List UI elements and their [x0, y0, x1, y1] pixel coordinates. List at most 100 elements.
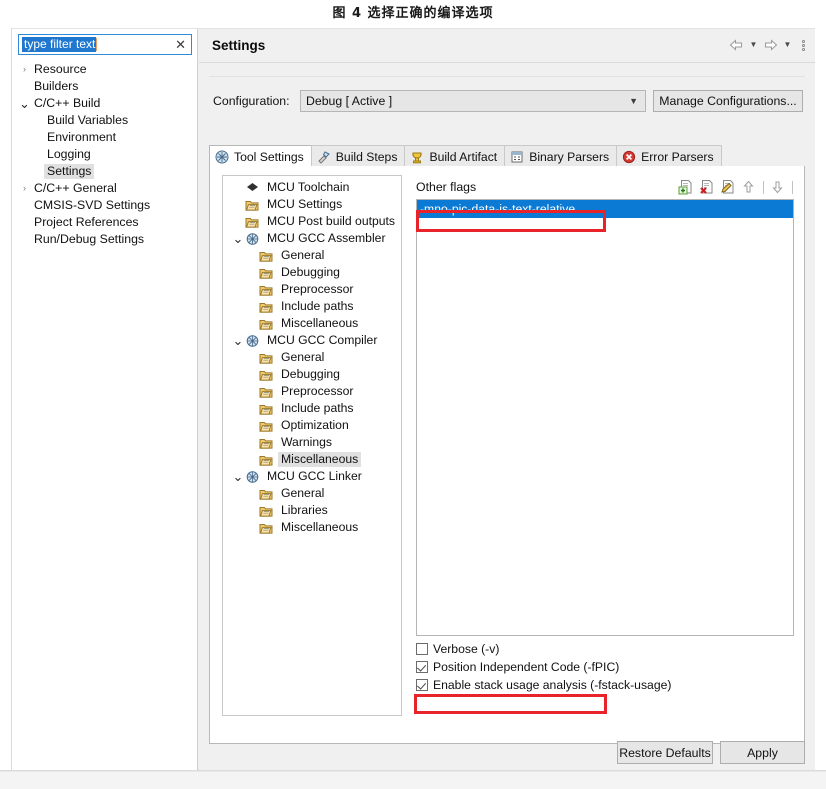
tool-tree-item[interactable]: Optimization	[223, 417, 401, 434]
sidebar-item-project-references[interactable]: Project References	[12, 214, 198, 231]
tool-tree-item[interactable]: Miscellaneous	[223, 519, 401, 536]
tab-label: Build Steps	[335, 149, 398, 164]
tool-tree-item[interactable]: Libraries	[223, 502, 401, 519]
tool-settings-icon	[215, 150, 229, 164]
checkbox-row-position-independent-code-fpic[interactable]: Position Independent Code (-fPIC)	[416, 658, 794, 676]
chevron-down-icon[interactable]: ⌄	[231, 232, 245, 245]
checkbox-label: Verbose (-v)	[433, 642, 500, 656]
chevron-down-icon[interactable]: ⌄	[18, 97, 31, 110]
tool-tree-item-label: Miscellaneous	[278, 452, 362, 467]
folder-icon	[259, 504, 274, 518]
sidebar-item-c-c-general[interactable]: › C/C++ General	[12, 180, 198, 197]
sidebar-item-label: CMSIS-SVD Settings	[34, 198, 151, 212]
tool-tree-item-label: General	[281, 248, 325, 262]
folder-icon	[259, 436, 274, 450]
other-flags-label: Other flags	[416, 180, 477, 194]
move-down-icon[interactable]	[770, 179, 786, 195]
back-history-chevron-down-icon[interactable]: ▼	[749, 37, 758, 53]
tab-error-parsers[interactable]: Error Parsers	[616, 145, 722, 167]
sidebar-item-label: Settings	[44, 164, 95, 179]
sidebar-item-settings[interactable]: Settings	[12, 163, 198, 180]
sidebar-item-label: Build Variables	[47, 113, 129, 127]
sidebar-item-logging[interactable]: Logging	[12, 146, 198, 163]
tab-binary-parsers[interactable]: Binary Parsers	[504, 145, 618, 167]
build-steps-icon	[317, 150, 331, 164]
edit-flag-icon[interactable]	[720, 179, 736, 195]
tool-tree-item[interactable]: MCU Toolchain	[223, 179, 401, 196]
tool-tree-item-label: MCU GCC Linker	[267, 469, 362, 483]
folder-icon	[259, 351, 274, 365]
tool-tree-item[interactable]: MCU Settings	[223, 196, 401, 213]
gear-tool-icon	[245, 334, 260, 348]
forward-history-chevron-down-icon[interactable]: ▼	[783, 37, 792, 53]
text-caret	[96, 38, 98, 51]
sidebar-item-build-variables[interactable]: Build Variables	[12, 112, 198, 129]
tool-tree-item-label: Miscellaneous	[281, 520, 359, 534]
checkbox-label: Position Independent Code (-fPIC)	[433, 660, 620, 674]
chevron-down-icon[interactable]: ⌄	[231, 334, 245, 347]
other-flags-list[interactable]: -mno-pic-data-is-text-relative	[416, 199, 794, 636]
tool-tree-item[interactable]: Debugging	[223, 264, 401, 281]
tool-tree-item[interactable]: General	[223, 485, 401, 502]
chevron-right-icon[interactable]: ›	[18, 180, 31, 197]
other-flag-row[interactable]: -mno-pic-data-is-text-relative	[417, 200, 793, 218]
tool-tree-item[interactable]: Preprocessor	[223, 383, 401, 400]
sidebar-item-environment[interactable]: Environment	[12, 129, 198, 146]
screenshot-root: 图 4 选择正确的编译选项 type filter text ✕ › Resour…	[0, 0, 826, 789]
delete-flag-icon[interactable]	[699, 179, 715, 195]
move-up-icon[interactable]	[741, 179, 757, 195]
checkbox-enable-stack-usage-analysis-fstack-usage[interactable]	[416, 679, 428, 691]
folder-icon	[259, 266, 274, 280]
filter-input[interactable]: type filter text	[22, 37, 97, 52]
sidebar-item-run-debug-settings[interactable]: Run/Debug Settings	[12, 231, 198, 248]
manage-configurations-button[interactable]: Manage Configurations...	[653, 90, 803, 112]
sidebar-item-cmsis-svd-settings[interactable]: CMSIS-SVD Settings	[12, 197, 198, 214]
tab-tool-settings[interactable]: Tool Settings	[209, 145, 312, 167]
tool-tree-item[interactable]: ⌄ MCU GCC Compiler	[223, 332, 401, 349]
add-flag-icon[interactable]	[678, 179, 694, 195]
clear-filter-icon[interactable]: ✕	[175, 37, 186, 52]
tool-tree-item[interactable]: Include paths	[223, 400, 401, 417]
tool-tree-item[interactable]: Miscellaneous	[223, 451, 401, 468]
tool-tree-item[interactable]: General	[223, 247, 401, 264]
tool-tree-item[interactable]: Warnings	[223, 434, 401, 451]
tool-tree-item[interactable]: Include paths	[223, 298, 401, 315]
tool-tree-item[interactable]: Debugging	[223, 366, 401, 383]
apply-button[interactable]: Apply	[720, 741, 805, 764]
restore-defaults-button[interactable]: Restore Defaults	[617, 741, 713, 764]
sidebar-item-builders[interactable]: Builders	[12, 78, 198, 95]
back-arrow-icon[interactable]	[728, 37, 745, 53]
checkbox-row-verbose-v[interactable]: Verbose (-v)	[416, 640, 794, 658]
folder-icon	[259, 521, 274, 535]
configuration-label: Configuration:	[213, 94, 290, 108]
chevron-right-icon[interactable]: ›	[18, 61, 31, 78]
tab-build-steps[interactable]: Build Steps	[310, 145, 406, 167]
view-menu-icon[interactable]	[802, 39, 805, 51]
tool-tree-item-label: Debugging	[281, 367, 340, 381]
tool-tree-item-label: Include paths	[281, 401, 354, 415]
tab-build-artifact[interactable]: Build Artifact	[404, 145, 506, 167]
page-nav-toolbar: ▼ ▼	[728, 37, 805, 53]
tool-tree-item-label: Libraries	[281, 503, 328, 517]
sidebar-item-c-c-build[interactable]: ⌄ C/C++ Build	[12, 95, 198, 112]
sidebar-item-label: Logging	[47, 147, 91, 161]
chevron-down-icon[interactable]: ⌄	[231, 470, 245, 483]
configuration-select[interactable]: Debug [ Active ] ▼	[300, 90, 646, 112]
other-flags-header: Other flags	[416, 175, 794, 199]
tab-label: Binary Parsers	[529, 149, 610, 164]
filter-input-wrapper[interactable]: type filter text ✕	[18, 34, 192, 55]
folder-icon	[245, 198, 260, 212]
tool-tree-item[interactable]: General	[223, 349, 401, 366]
checkbox-row-enable-stack-usage-analysis-fstack-usage[interactable]: Enable stack usage analysis (-fstack-usa…	[416, 676, 794, 694]
forward-arrow-icon[interactable]	[762, 37, 779, 53]
tool-tree-item[interactable]: ⌄ MCU GCC Linker	[223, 468, 401, 485]
tool-tree-item[interactable]: Miscellaneous	[223, 315, 401, 332]
category-tree-list: › Resource Builders ⌄ C/C++ Build Build Varia…	[12, 61, 198, 248]
tool-tree-item[interactable]: Preprocessor	[223, 281, 401, 298]
tool-tree-item[interactable]: MCU Post build outputs	[223, 213, 401, 230]
checkbox-position-independent-code-fpic[interactable]	[416, 661, 428, 673]
checkbox-verbose-v[interactable]	[416, 643, 428, 655]
settings-category-tree: type filter text ✕ › Resource Builders ⌄ C/C…	[12, 29, 198, 771]
tool-tree-item[interactable]: ⌄ MCU GCC Assembler	[223, 230, 401, 247]
sidebar-item-resource[interactable]: › Resource	[12, 61, 198, 78]
